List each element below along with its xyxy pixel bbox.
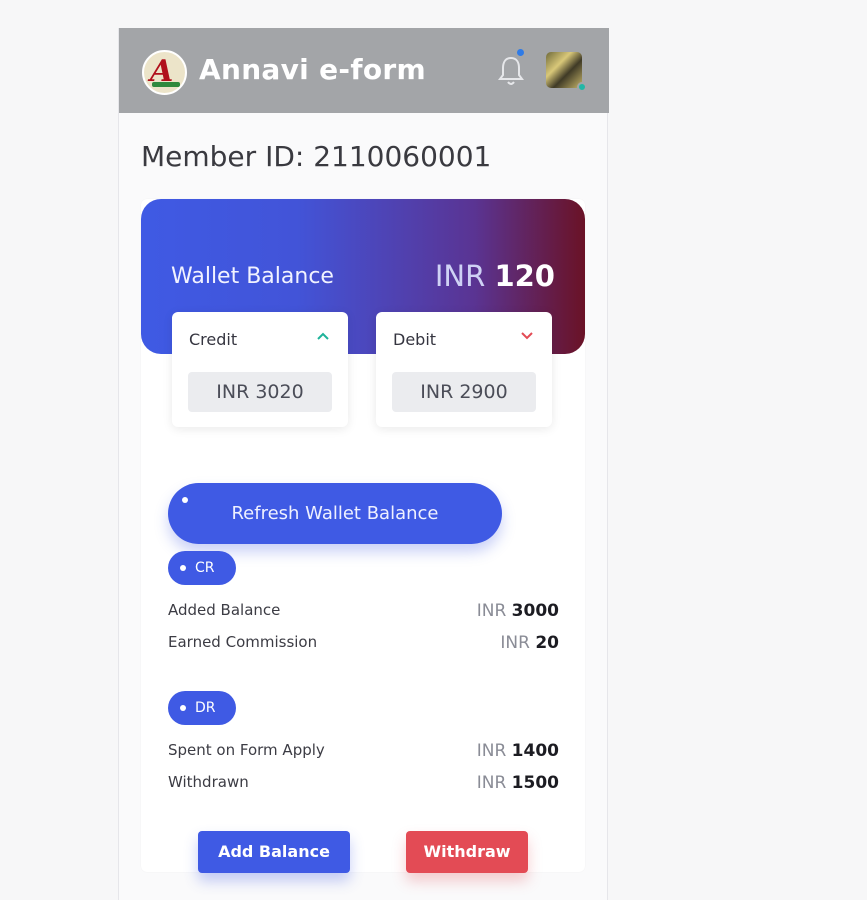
member-id: Member ID: 2110060001 (141, 140, 492, 173)
wallet-balance-amount: INR 120 (435, 259, 555, 293)
debit-amount: INR 2900 (392, 372, 536, 412)
app-frame: A Annavi e-form Member ID: 2110060001 Wa… (118, 28, 609, 900)
spent-form-apply-label: Spent on Form Apply (168, 741, 325, 759)
spent-form-apply-amount: INR 1400 (476, 741, 559, 761)
avatar[interactable] (546, 52, 582, 88)
withdrawn-label: Withdrawn (168, 773, 249, 791)
bell-icon[interactable] (496, 54, 526, 88)
online-status-dot (577, 82, 587, 92)
credit-title: Credit (189, 330, 238, 349)
dr-badge: DR (168, 691, 236, 725)
notification-dot (517, 49, 524, 56)
wallet-balance-label: Wallet Balance (171, 264, 334, 289)
cr-badge: CR (168, 551, 236, 585)
credit-card: Credit INR 3020 (172, 312, 348, 427)
withdraw-button[interactable]: Withdraw (406, 831, 528, 873)
added-balance-amount: INR 3000 (476, 601, 559, 621)
cr-badge-label: CR (195, 560, 215, 576)
dr-badge-label: DR (195, 700, 216, 716)
wallet-card: Wallet Balance INR 120 Credit INR 3020 D… (141, 199, 585, 873)
earned-commission-amount: INR 20 (500, 633, 559, 653)
refresh-wallet-button[interactable]: Refresh Wallet Balance (168, 483, 502, 544)
app-logo[interactable]: A (142, 50, 187, 95)
refresh-dot (182, 497, 188, 503)
withdrawn-amount: INR 1500 (476, 773, 559, 793)
debit-card: Debit INR 2900 (376, 312, 552, 427)
credit-amount: INR 3020 (188, 372, 332, 412)
wallet-currency: INR (434, 259, 486, 293)
chevron-up-icon (317, 332, 329, 340)
app-header: A Annavi e-form (119, 28, 609, 113)
app-title: Annavi e-form (199, 53, 426, 86)
add-balance-button[interactable]: Add Balance (198, 831, 350, 873)
chevron-down-icon (521, 332, 533, 340)
added-balance-label: Added Balance (168, 601, 281, 619)
wallet-amount-value: 120 (494, 259, 555, 293)
debit-title: Debit (393, 330, 437, 349)
earned-commission-label: Earned Commission (168, 633, 318, 651)
